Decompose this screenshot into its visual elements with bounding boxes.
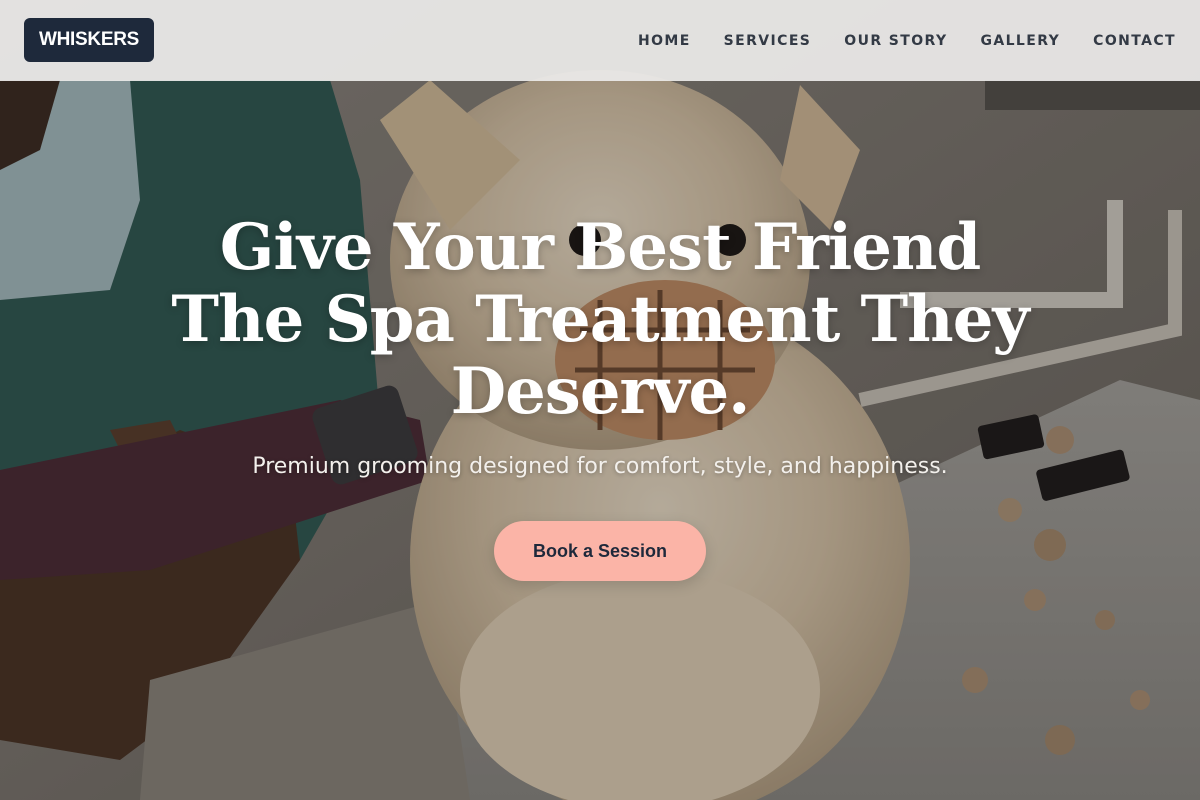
hero-title-line-1: Give Your Best Friend xyxy=(219,210,982,285)
nav-item-gallery: GALLERY xyxy=(980,32,1060,50)
top-navbar: WHISKERS HOME SERVICES OUR STORY GALLERY… xyxy=(0,0,1200,81)
landing-page: WHISKERS HOME SERVICES OUR STORY GALLERY… xyxy=(0,0,1200,800)
nav-item-services: SERVICES xyxy=(724,32,812,50)
hero-title: Give Your Best Friend The Spa Treatment … xyxy=(100,212,1100,428)
nav-link-home[interactable]: HOME xyxy=(638,33,691,49)
nav-item-home: HOME xyxy=(638,32,691,50)
hero-title-line-2: The Spa Treatment They xyxy=(171,282,1029,357)
hero-section: Give Your Best Friend The Spa Treatment … xyxy=(0,212,1200,581)
nav-item-our-story: OUR STORY xyxy=(844,32,947,50)
nav-link-services[interactable]: SERVICES xyxy=(724,33,812,49)
nav-menu: HOME SERVICES OUR STORY GALLERY CONTACT xyxy=(638,0,1176,81)
book-session-button[interactable]: Book a Session xyxy=(494,521,706,581)
nav-link-gallery[interactable]: GALLERY xyxy=(980,33,1060,49)
hero-title-line-3: Deserve. xyxy=(450,354,751,429)
nav-link-our-story[interactable]: OUR STORY xyxy=(844,33,947,49)
brand-logo[interactable]: WHISKERS xyxy=(24,18,154,62)
nav-link-contact[interactable]: CONTACT xyxy=(1093,33,1176,49)
nav-item-contact: CONTACT xyxy=(1093,32,1176,50)
hero-subtitle: Premium grooming designed for comfort, s… xyxy=(252,454,948,479)
